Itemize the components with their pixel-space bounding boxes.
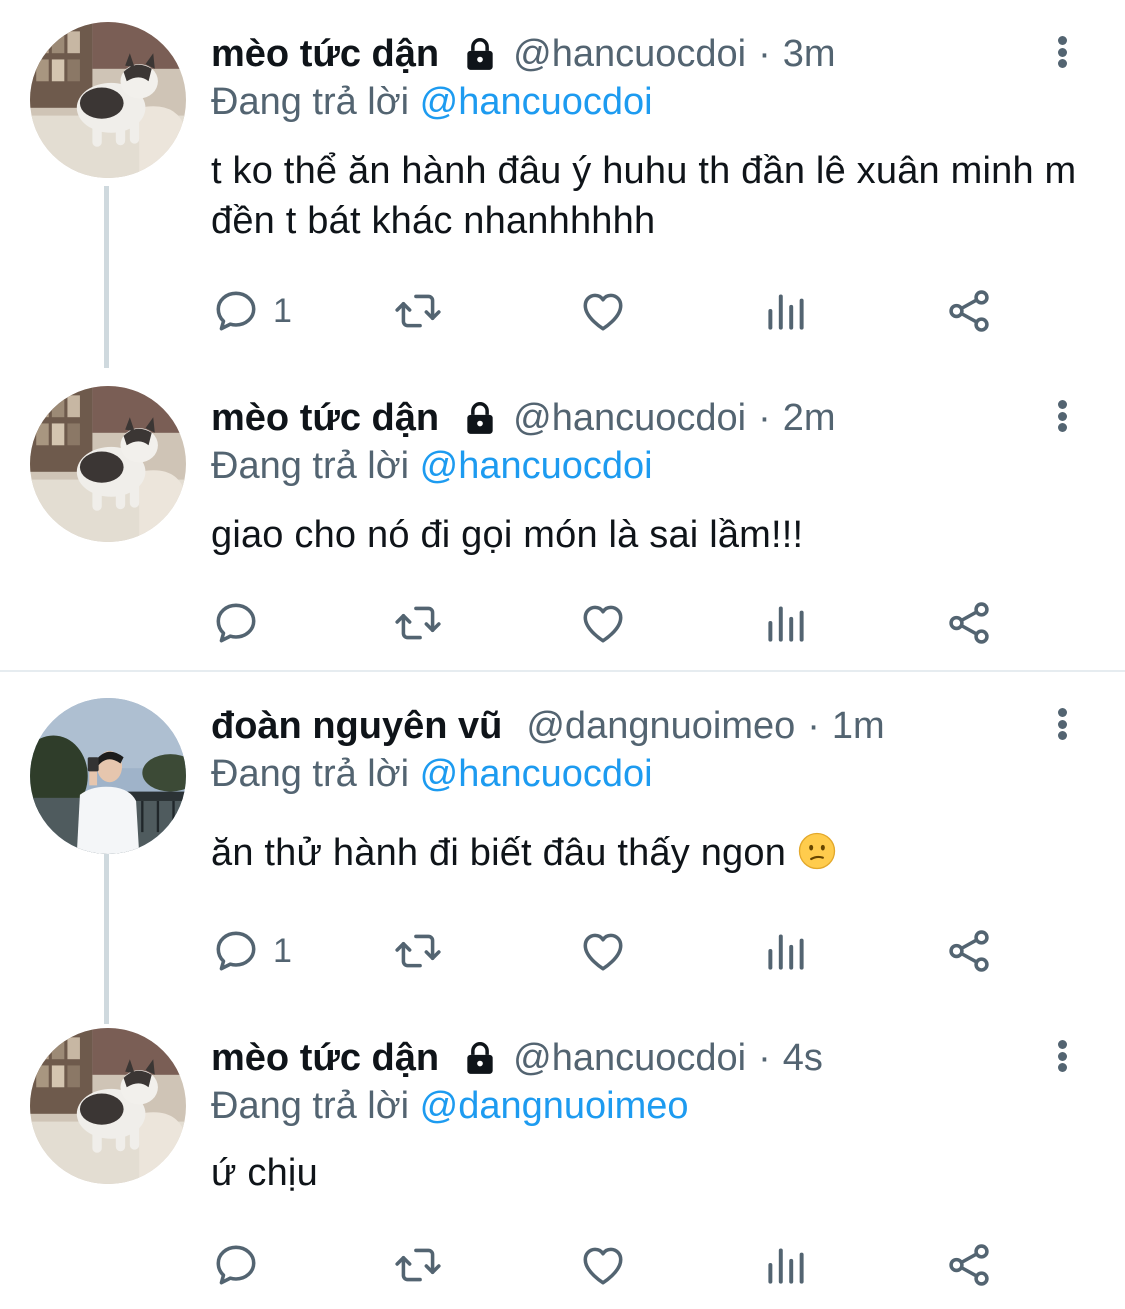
more-vertical-icon[interactable] bbox=[1047, 396, 1077, 436]
avatar[interactable] bbox=[30, 386, 186, 542]
share-icon bbox=[944, 1240, 994, 1290]
analytics-icon bbox=[761, 286, 811, 336]
timestamp[interactable]: 4s bbox=[783, 1034, 823, 1082]
reply-bubble-icon bbox=[211, 598, 261, 648]
timestamp[interactable]: 2m bbox=[783, 394, 836, 442]
reply-bubble-icon bbox=[211, 926, 261, 976]
retweet-icon bbox=[393, 286, 443, 336]
retweet-icon bbox=[393, 1240, 443, 1290]
reply-bubble-icon bbox=[211, 286, 261, 336]
lock-icon bbox=[461, 399, 499, 437]
tweet-text: giao cho nó đi gọi món là sai lầm!!! bbox=[211, 514, 804, 556]
replying-to: Đang trả lời @hancuocdoi bbox=[211, 750, 1105, 798]
username[interactable]: @dangnuoimeo bbox=[526, 702, 795, 750]
analytics-icon bbox=[761, 598, 811, 648]
more-vertical-icon[interactable] bbox=[1047, 32, 1077, 72]
share-button[interactable] bbox=[944, 286, 994, 336]
views-button[interactable] bbox=[761, 1240, 811, 1290]
tweet-header: đoàn nguyên vũ @dangnuoimeo · 1m bbox=[211, 702, 1105, 750]
username[interactable]: @hancuocdoi bbox=[513, 1034, 746, 1082]
share-button[interactable] bbox=[944, 598, 994, 648]
tweet-actions bbox=[211, 1240, 1011, 1290]
views-button[interactable] bbox=[761, 598, 811, 648]
tweet-text: ứ chịu bbox=[211, 1152, 318, 1194]
avatar[interactable] bbox=[30, 1028, 186, 1184]
mention-link[interactable]: @hancuocdoi bbox=[420, 753, 653, 795]
share-icon bbox=[944, 598, 994, 648]
replying-to: Đang trả lời @hancuocdoi bbox=[211, 78, 1105, 126]
tweet-actions bbox=[211, 598, 1011, 648]
tweet-actions: 1 bbox=[211, 926, 1011, 976]
analytics-icon bbox=[761, 926, 811, 976]
tweet-header: mèo tức dận @hancuocdoi · 2m bbox=[211, 394, 1105, 442]
views-button[interactable] bbox=[761, 286, 811, 336]
analytics-icon bbox=[761, 1240, 811, 1290]
share-button[interactable] bbox=[944, 926, 994, 976]
more-vertical-icon[interactable] bbox=[1047, 704, 1077, 744]
reply-button[interactable] bbox=[211, 1240, 273, 1290]
display-name[interactable]: đoàn nguyên vũ bbox=[211, 702, 502, 750]
reply-bubble-icon bbox=[211, 1240, 261, 1290]
thread-connector-line bbox=[104, 854, 109, 1024]
reply-button[interactable]: 1 bbox=[211, 926, 292, 976]
tweet-header: mèo tức dận @hancuocdoi · 3m bbox=[211, 30, 1105, 78]
reply-button[interactable]: 1 bbox=[211, 286, 292, 336]
tweet-text: t ko thể ăn hành đâu ý huhu th đần lê xu… bbox=[211, 150, 1077, 242]
display-name[interactable]: mèo tức dận bbox=[211, 1034, 439, 1082]
like-button[interactable] bbox=[578, 598, 628, 648]
confused-face-emoji-icon bbox=[797, 831, 837, 871]
like-button[interactable] bbox=[578, 1240, 628, 1290]
retweet-icon bbox=[393, 926, 443, 976]
avatar[interactable] bbox=[30, 22, 186, 178]
like-button[interactable] bbox=[578, 926, 628, 976]
thread-divider bbox=[0, 670, 1125, 672]
mention-link[interactable]: @dangnuoimeo bbox=[420, 1085, 689, 1127]
username[interactable]: @hancuocdoi bbox=[513, 30, 746, 78]
replying-to-label: Đang trả lời bbox=[211, 753, 410, 795]
lock-icon bbox=[461, 1039, 499, 1077]
reply-count: 1 bbox=[273, 931, 292, 970]
separator: · bbox=[758, 1037, 771, 1079]
replying-to-label: Đang trả lời bbox=[211, 81, 410, 123]
heart-icon bbox=[578, 286, 628, 336]
more-vertical-icon[interactable] bbox=[1047, 1036, 1077, 1076]
thread-connector-line bbox=[104, 186, 109, 368]
retweet-button[interactable] bbox=[393, 1240, 443, 1290]
lock-icon bbox=[461, 35, 499, 73]
mention-link[interactable]: @hancuocdoi bbox=[420, 445, 653, 487]
separator: · bbox=[758, 397, 771, 439]
heart-icon bbox=[578, 1240, 628, 1290]
retweet-button[interactable] bbox=[393, 286, 443, 336]
retweet-button[interactable] bbox=[393, 598, 443, 648]
replying-to: Đang trả lời @dangnuoimeo bbox=[211, 1082, 1105, 1130]
heart-icon bbox=[578, 598, 628, 648]
avatar[interactable] bbox=[30, 698, 186, 854]
tweet-text: ăn thử hành đi biết đâu thấy ngon bbox=[211, 828, 1105, 878]
reply-thread-feed: mèo tức dận @hancuocdoi · 3m Đang trả lờ… bbox=[0, 0, 1125, 1309]
views-button[interactable] bbox=[761, 926, 811, 976]
separator: · bbox=[807, 705, 820, 747]
tweet-actions: 1 bbox=[211, 286, 1011, 336]
display-name[interactable]: mèo tức dận bbox=[211, 30, 439, 78]
heart-icon bbox=[578, 926, 628, 976]
reply-button[interactable] bbox=[211, 598, 273, 648]
timestamp[interactable]: 1m bbox=[832, 702, 885, 750]
reply-count: 1 bbox=[273, 291, 292, 330]
username[interactable]: @hancuocdoi bbox=[513, 394, 746, 442]
share-button[interactable] bbox=[944, 1240, 994, 1290]
display-name[interactable]: mèo tức dận bbox=[211, 394, 439, 442]
timestamp[interactable]: 3m bbox=[783, 30, 836, 78]
share-icon bbox=[944, 926, 994, 976]
separator: · bbox=[758, 33, 771, 75]
replying-to: Đang trả lời @hancuocdoi bbox=[211, 442, 1105, 490]
replying-to-label: Đang trả lời bbox=[211, 1085, 410, 1127]
retweet-icon bbox=[393, 598, 443, 648]
like-button[interactable] bbox=[578, 286, 628, 336]
share-icon bbox=[944, 286, 994, 336]
retweet-button[interactable] bbox=[393, 926, 443, 976]
tweet-header: mèo tức dận @hancuocdoi · 4s bbox=[211, 1034, 1105, 1082]
mention-link[interactable]: @hancuocdoi bbox=[420, 81, 653, 123]
replying-to-label: Đang trả lời bbox=[211, 445, 410, 487]
tweet-text-content: ăn thử hành đi biết đâu thấy ngon bbox=[211, 832, 787, 874]
